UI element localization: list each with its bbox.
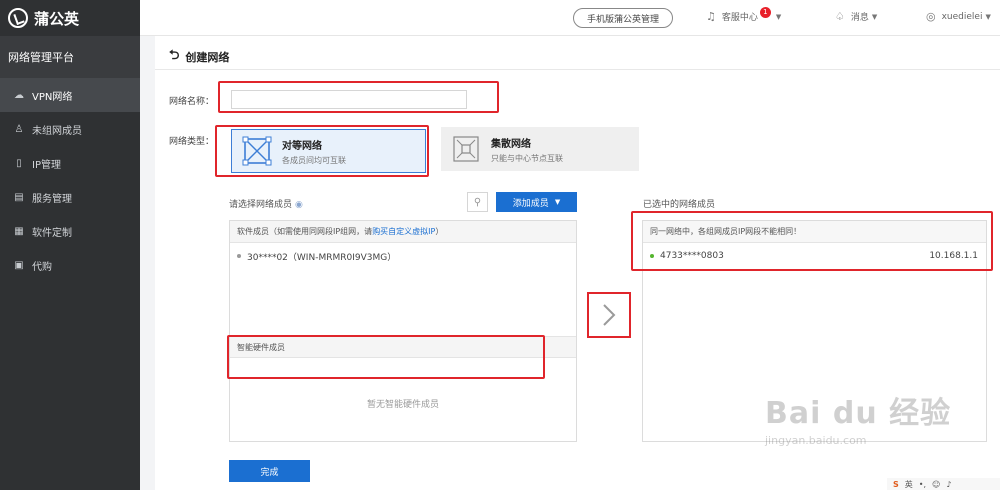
logo-icon — [8, 8, 28, 28]
divider — [155, 69, 1000, 70]
search-button[interactable]: ⚲ — [467, 192, 488, 212]
sidebar-item-label: 未组网成员 — [32, 125, 82, 137]
highlight-box — [215, 125, 429, 177]
username: xuedielei — [941, 11, 983, 22]
software-header-text: 软件成员（如需使用同网段IP组网，请 — [237, 227, 373, 236]
sogou-icon: S — [893, 479, 899, 489]
add-member-button[interactable]: 添加成员 ▼ — [496, 192, 577, 212]
sidebar-item-label: 软件定制 — [32, 227, 72, 239]
software-header-suffix: ） — [435, 227, 444, 236]
list-item[interactable]: 30****02（WIN-MRMR0I9V3MG） — [230, 245, 576, 267]
move-right-button[interactable] — [587, 292, 631, 338]
chevron-down-icon: ▼ — [775, 12, 782, 21]
select-members-text: 请选择网络成员 — [229, 200, 293, 210]
sidebar-item-purchase[interactable]: ▣ 代购 — [0, 248, 140, 282]
ip-icon: ▯ — [16, 157, 22, 169]
app-logo[interactable]: 蒲公英 — [0, 0, 140, 36]
software-members-header: 软件成员（如需使用同网段IP组网，请 购买自定义虚拟IP ） — [230, 221, 576, 243]
punctuation-icon: •, — [918, 479, 927, 489]
members-panel: 软件成员（如需使用同网段IP组网，请 购买自定义虚拟IP ） 30****02（… — [229, 220, 577, 442]
watermark-brand: Bai du 经验 — [765, 396, 952, 431]
network-type-desc: 只能与中心节点互联 — [491, 153, 563, 163]
sidebar-item-unjoined-members[interactable]: ♙ 未组网成员 — [0, 112, 140, 146]
support-center[interactable]: ♫ 客服中心 1 ▼ — [706, 7, 782, 23]
member-label: 30****02（WIN-MRMR0I9V3MG） — [247, 252, 397, 263]
chevron-right-icon — [603, 304, 616, 326]
user-menu[interactable]: ◎ xuedielei ▼ — [926, 10, 991, 23]
platform-title: 网络管理平台 — [0, 36, 140, 78]
sidebar-item-service[interactable]: ▤ 服务管理 — [0, 180, 140, 214]
hardware-empty-text: 暂无智能硬件成员 — [366, 400, 439, 410]
messages-menu[interactable]: ♤ 消息 ▼ — [835, 10, 877, 23]
network-name-label: 网络名称： — [169, 97, 215, 107]
page-title-text: 创建网络 — [185, 51, 230, 64]
add-member-label: 添加成员 — [512, 198, 549, 209]
user-icon: ♙ — [14, 123, 24, 135]
network-type-hub[interactable]: 集散网络 只能与中心节点互联 — [441, 127, 639, 171]
sidebar-item-label: IP管理 — [32, 159, 61, 171]
eye-icon[interactable]: ◉ — [295, 200, 303, 210]
logo-text: 蒲公英 — [34, 9, 80, 28]
mic-icon: ♪ — [946, 479, 952, 489]
back-icon[interactable]: ⮌ — [169, 46, 179, 68]
support-badge: 1 — [759, 7, 771, 18]
cart-icon: ▣ — [14, 259, 24, 271]
messages-label: 消息 — [850, 13, 869, 23]
ime-toolbar[interactable]: S 英 •, ☺ ♪ — [887, 478, 1000, 490]
avatar-icon: ◎ — [926, 10, 936, 23]
ime-mode: 英 — [904, 479, 913, 489]
chevron-down-icon: ▼ — [871, 12, 878, 21]
highlight-box — [218, 81, 499, 113]
search-icon: ⚲ — [473, 196, 482, 208]
highlight-box — [631, 211, 993, 271]
mobile-management-button[interactable]: 手机版蒲公英管理 — [573, 8, 673, 28]
hub-network-icon — [453, 136, 479, 162]
document-icon: ▤ — [14, 191, 24, 203]
select-members-title: 请选择网络成员 ◉ — [229, 197, 303, 210]
chevron-down-icon: ▼ — [985, 12, 991, 21]
baidu-watermark: Bai du 经验 jingyan.baidu.com — [765, 388, 985, 468]
cloud-icon: ☁ — [14, 89, 24, 101]
network-type-label: 网络类型： — [169, 137, 215, 147]
status-dot — [237, 254, 241, 258]
highlight-box — [227, 335, 545, 379]
network-type-name: 集散网络 — [491, 138, 531, 150]
topbar: 手机版蒲公英管理 ♫ 客服中心 1 ▼ ♤ 消息 ▼ ◎ xuedielei ▼ — [140, 0, 1000, 36]
bell-icon: ♤ — [835, 10, 845, 23]
chevron-down-icon: ▼ — [554, 198, 561, 206]
grid-icon: ▦ — [14, 225, 24, 237]
sidebar-item-vpn[interactable]: ☁ VPN网络 — [0, 78, 140, 112]
sidebar-item-label: VPN网络 — [32, 91, 73, 103]
done-button[interactable]: 完成 — [229, 460, 310, 482]
sidebar-item-label: 服务管理 — [32, 193, 72, 205]
sidebar: 蒲公英 网络管理平台 ☁ VPN网络 ♙ 未组网成员 ▯ IP管理 ▤ 服务管理… — [0, 0, 140, 490]
headset-icon: ♫ — [706, 10, 716, 23]
support-label: 客服中心 — [721, 13, 758, 23]
sidebar-item-label: 代购 — [32, 261, 52, 273]
sidebar-item-ip[interactable]: ▯ IP管理 — [0, 146, 140, 180]
emoji-icon: ☺ — [932, 479, 941, 489]
buy-virtual-ip-link[interactable]: 购买自定义虚拟IP — [372, 226, 435, 237]
selected-members-title: 已选中的网络成员 — [643, 200, 716, 210]
sidebar-item-software[interactable]: ▦ 软件定制 — [0, 214, 140, 248]
page-title: ⮌ 创建网络 — [169, 46, 229, 68]
watermark-url: jingyan.baidu.com — [765, 434, 867, 447]
